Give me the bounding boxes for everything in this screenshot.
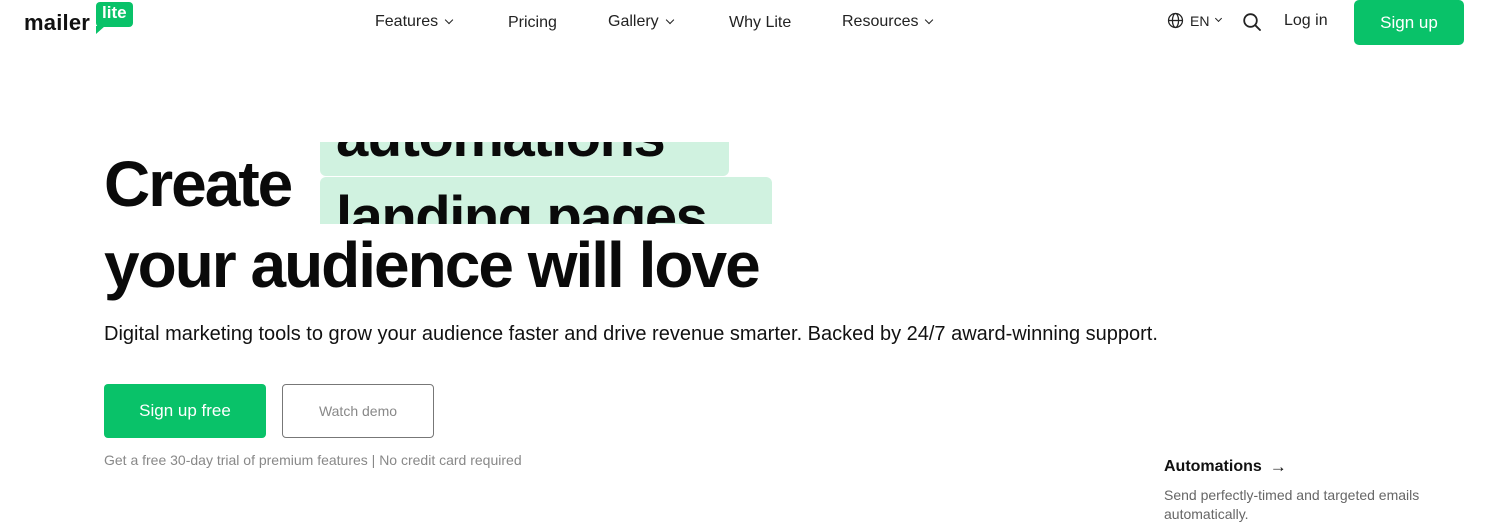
rotating-headline: automations landing pages — [320, 142, 780, 224]
watch-demo-button[interactable]: Watch demo — [282, 384, 434, 438]
language-label: EN — [1190, 12, 1210, 29]
nav-item-features[interactable]: Features — [375, 11, 454, 33]
logo-badge: lite — [96, 2, 133, 34]
nav-item-resources[interactable]: Resources — [842, 11, 934, 33]
nav-label: Features — [375, 13, 439, 30]
nav-label: Gallery — [608, 13, 659, 30]
feature-card-automations: Automations → Send perfectly-timed and t… — [1164, 457, 1424, 524]
feature-title: Automations — [1164, 458, 1262, 475]
search-icon[interactable] — [1242, 12, 1262, 32]
arrow-right-icon: → — [1269, 457, 1287, 476]
site-header: mailer lite Features Pricing Gallery Why… — [0, 0, 1507, 46]
mailerlite-logo[interactable]: mailer lite — [24, 2, 133, 42]
chevron-down-icon — [1215, 14, 1223, 23]
signup-button[interactable]: Sign up — [1354, 0, 1464, 45]
hero-subtitle: Digital marketing tools to grow your aud… — [104, 323, 1158, 345]
rotating-word-automations: automations — [320, 142, 729, 176]
signup-free-button[interactable]: Sign up free — [104, 384, 266, 438]
rotating-word-landing-pages: landing pages — [320, 177, 772, 224]
nav-label: Why Lite — [729, 14, 792, 31]
chevron-down-icon — [444, 15, 454, 24]
logo-wordmark: mailer — [24, 10, 91, 35]
nav-label: Resources — [842, 13, 919, 30]
feature-description: Send perfectly-timed and targeted emails… — [1164, 487, 1420, 522]
hero-title-line2: your audience will love — [104, 229, 761, 301]
language-selector[interactable]: EN — [1167, 12, 1223, 29]
chevron-down-icon — [925, 15, 934, 24]
feature-link-automations[interactable]: Automations → — [1164, 457, 1424, 477]
nav-item-gallery[interactable]: Gallery — [608, 11, 674, 33]
hero-title-create: Create — [104, 148, 293, 220]
trial-note: Get a free 30-day trial of premium featu… — [104, 452, 522, 468]
login-link[interactable]: Log in — [1284, 12, 1328, 30]
chevron-down-icon — [665, 15, 674, 24]
nav-item-why-lite[interactable]: Why Lite — [729, 12, 791, 34]
nav-item-pricing[interactable]: Pricing — [508, 12, 557, 34]
nav-label: Pricing — [508, 14, 557, 31]
globe-icon — [1167, 12, 1184, 29]
